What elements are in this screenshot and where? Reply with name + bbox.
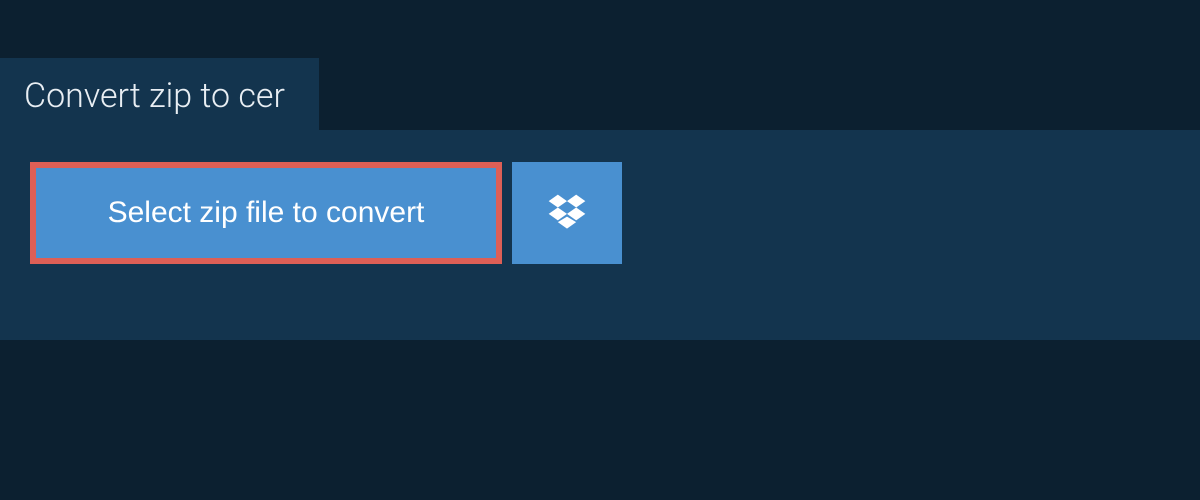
dropbox-icon — [545, 191, 589, 235]
select-file-label: Select zip file to convert — [108, 196, 425, 230]
tab-label: Convert zip to cer — [24, 76, 285, 116]
tab-bar: Convert zip to cer — [0, 58, 319, 138]
tab-convert[interactable]: Convert zip to cer — [0, 58, 319, 138]
upload-panel: Select zip file to convert — [0, 130, 1200, 340]
button-row: Select zip file to convert — [30, 162, 1170, 264]
select-button-highlight: Select zip file to convert — [30, 162, 502, 264]
dropbox-button[interactable] — [512, 162, 622, 264]
select-file-button[interactable]: Select zip file to convert — [36, 168, 496, 258]
